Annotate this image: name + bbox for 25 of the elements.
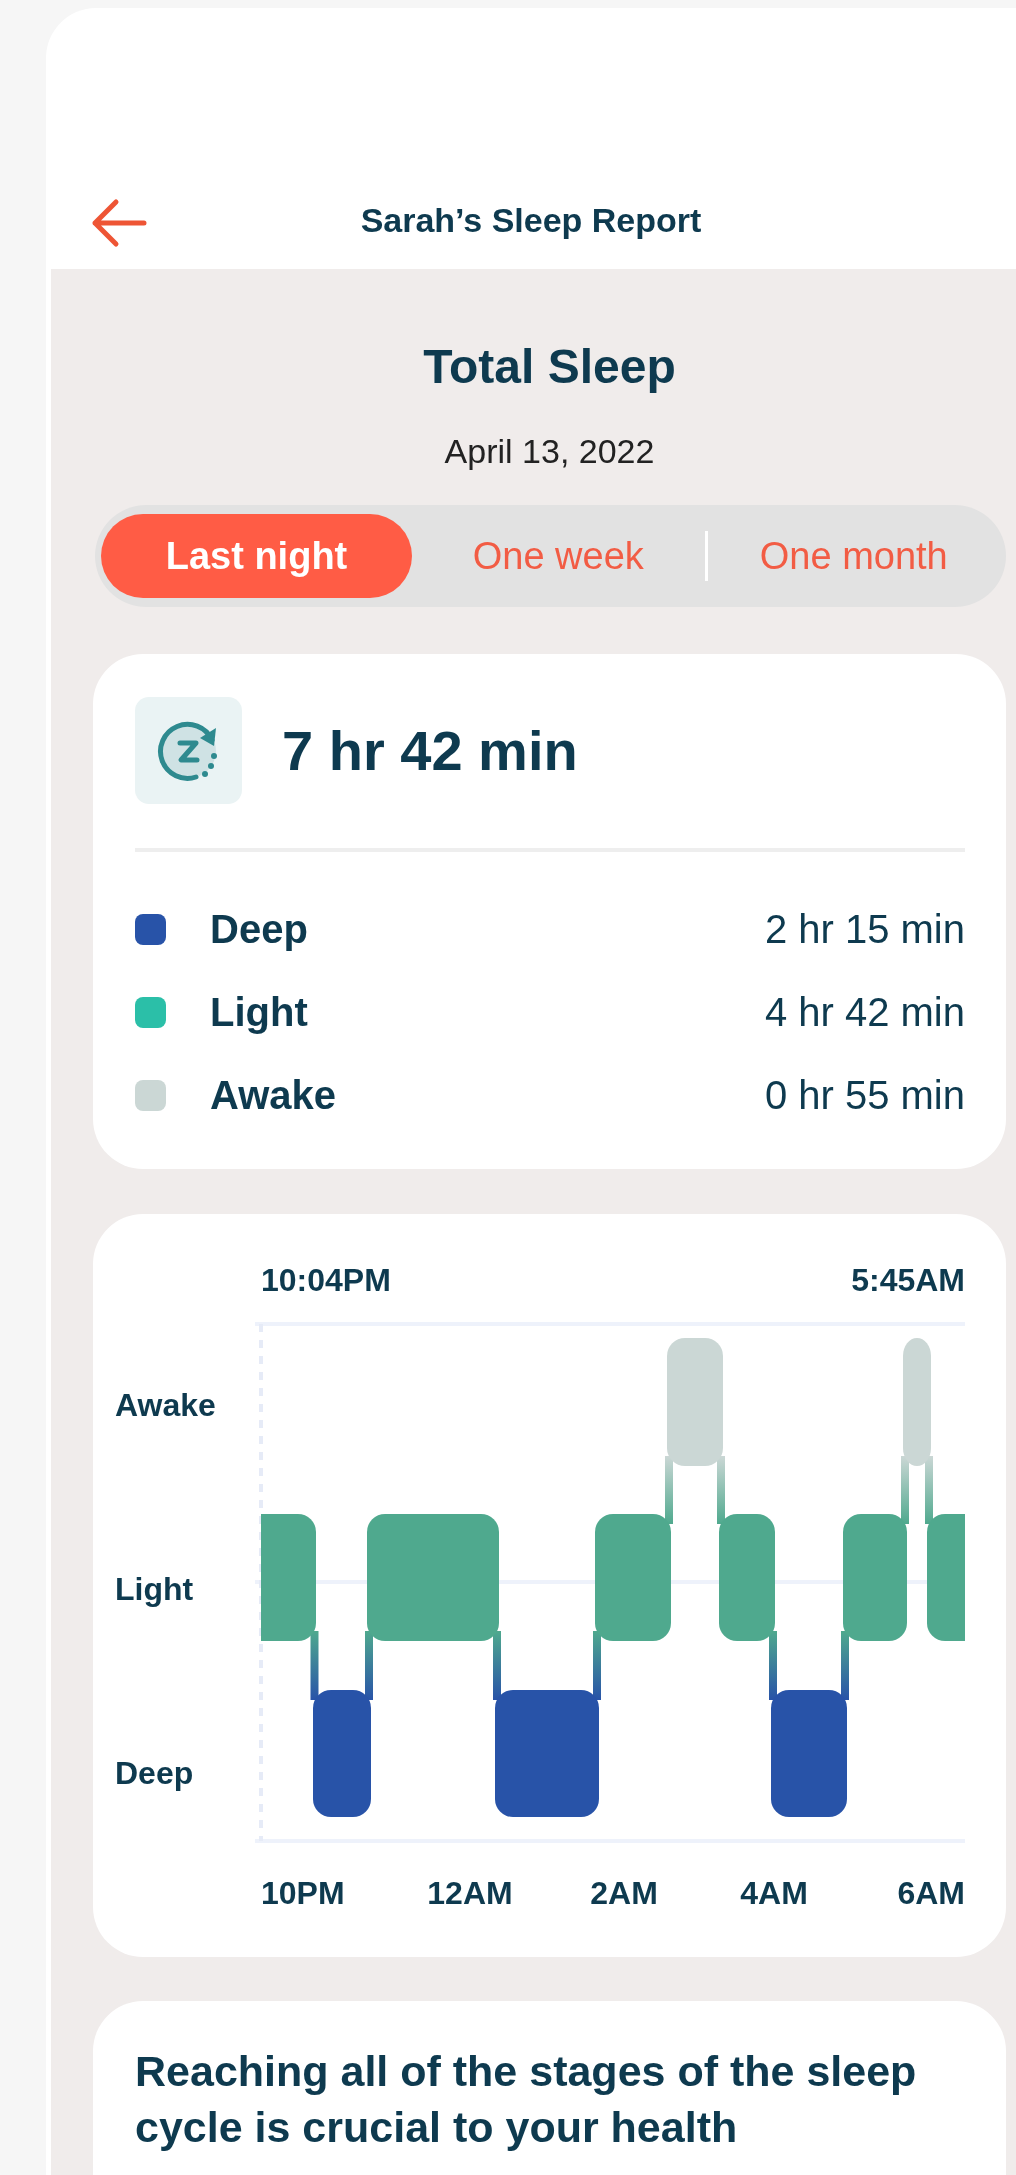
range-tab[interactable]: Last night [101, 514, 412, 598]
stage-label: Awake [210, 1073, 337, 1118]
stage-label: Deep [210, 907, 309, 952]
end-time: 5:45AM [851, 1262, 965, 1298]
x-axis-label: 2AM [590, 1875, 658, 1911]
range-tab[interactable]: One week [412, 514, 705, 598]
report-date: April 13, 2022 [444, 431, 655, 471]
stage-duration: 4 hr 42 min [764, 990, 965, 1035]
start-time: 10:04PM [261, 1262, 391, 1298]
stage-duration: 2 hr 15 min [764, 907, 965, 952]
stage-duration: 0 hr 55 min [764, 1073, 965, 1118]
y-axis-label: Deep [115, 1755, 194, 1791]
range-tab[interactable]: One month [707, 514, 1000, 598]
section-title: Total Sleep [423, 341, 676, 393]
x-axis-label: 4AM [740, 1875, 808, 1911]
total-duration: 7 hr 42 min [282, 718, 578, 783]
x-axis-label: 10PM [261, 1875, 345, 1911]
stage-label: Light [210, 990, 309, 1035]
x-axis-label: 6AM [897, 1875, 965, 1911]
y-axis-label: Awake [115, 1387, 216, 1423]
screen-title: Sarah’s Sleep Report [360, 200, 702, 240]
sleep-cycle-icon [135, 697, 242, 804]
y-axis-label: Light [115, 1571, 194, 1607]
x-axis-label: 12AM [427, 1875, 513, 1911]
tip-text: Reaching all of the stages of the sleep cycle is crucial to your health [135, 2046, 918, 2153]
